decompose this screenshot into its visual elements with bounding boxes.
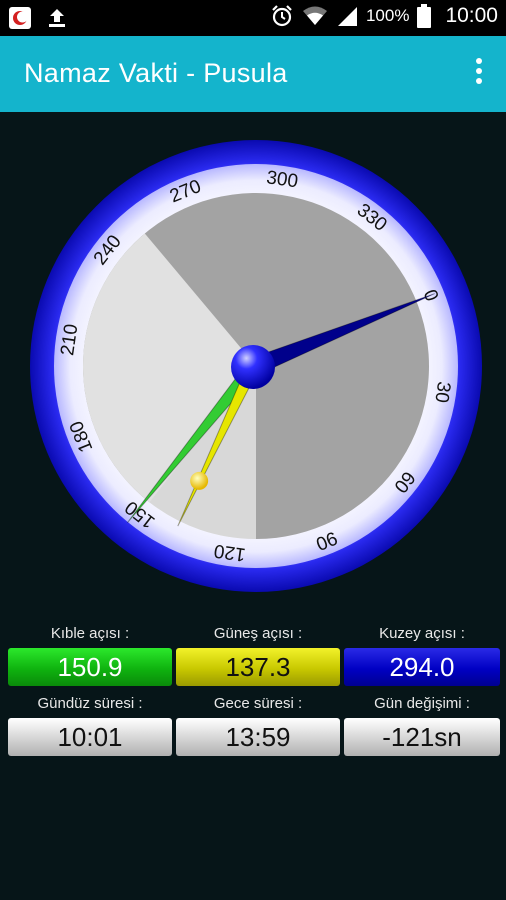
qibla-compass: 0306090120150180210240270 300330 (30, 140, 482, 592)
degree-label: 30 (430, 380, 454, 404)
battery-percent: 100% (365, 6, 410, 25)
kuzey-value: 294.0 (344, 648, 500, 686)
overflow-menu-icon[interactable] (472, 58, 486, 90)
angle-readout-row: Kıble açısı : 150.9 Güneş açısı : 137.3 … (0, 624, 506, 694)
kuzey-label: Kuzey açısı : (379, 625, 465, 642)
sun-icon (190, 471, 209, 490)
gunes-value: 137.3 (176, 648, 340, 686)
app-bar: Namaz Vakti - Pusula (0, 36, 506, 112)
alarm-icon (272, 5, 292, 27)
gece-value: 13:59 (176, 718, 340, 756)
upload-icon (49, 9, 65, 27)
kible-value: 150.9 (8, 648, 172, 686)
kible-label: Kıble açısı : (50, 625, 130, 642)
gunduz-readout: Gündüz süresi : 10:01 (8, 694, 172, 756)
kible-readout: Kıble açısı : 150.9 (8, 624, 172, 686)
time-readout-row: Gündüz süresi : 10:01 Gece süresi : 13:5… (0, 694, 506, 764)
kuzey-readout: Kuzey açısı : 294.0 (344, 624, 500, 686)
status-time: 10:00 (445, 4, 498, 27)
degree-label: 210 (57, 323, 82, 357)
compass-hub (231, 345, 275, 389)
gunduz-value: 10:01 (8, 718, 172, 756)
gece-readout: Gece süresi : 13:59 (176, 694, 340, 756)
degree-label: 120 (213, 540, 247, 565)
wifi-icon (302, 6, 327, 25)
degree-label: 300 (265, 167, 299, 192)
signal-icon (337, 7, 357, 26)
app-notification-icon (9, 7, 31, 29)
gunduz-label: Gündüz süresi : (37, 695, 143, 712)
gunes-label: Güneş açısı : (213, 625, 303, 642)
gun-degisimi-readout: Gün değişimi : -121sn (344, 694, 500, 756)
gunes-readout: Güneş açısı : 137.3 (176, 624, 340, 686)
status-bar: 100% 10:00 (0, 0, 506, 36)
gun-degisimi-label: Gün değişimi : (374, 695, 470, 712)
battery-icon (417, 4, 432, 28)
gece-label: Gece süresi : (213, 695, 303, 712)
app-title: Namaz Vakti - Pusula (24, 58, 288, 88)
gun-degisimi-value: -121sn (344, 718, 500, 756)
